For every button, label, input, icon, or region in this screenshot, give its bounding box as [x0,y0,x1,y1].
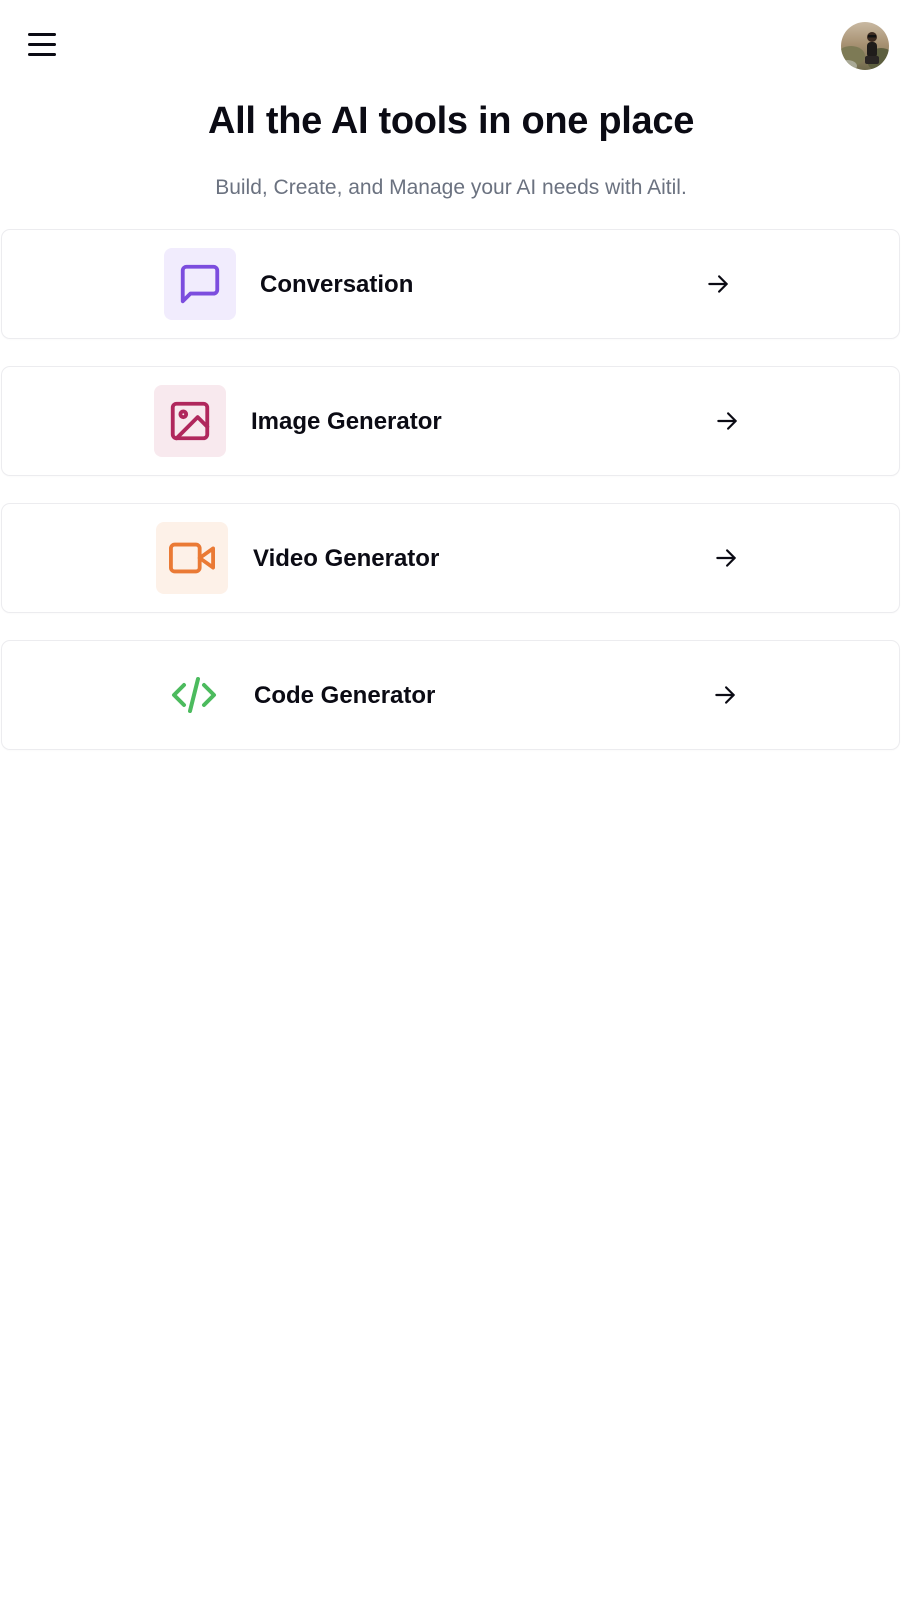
tool-card-label: Code Generator [254,682,436,709]
user-avatar[interactable] [841,22,889,70]
top-bar [0,0,902,94]
video-icon [169,542,215,574]
tool-card-conversation[interactable]: Conversation [1,229,900,339]
image-icon [170,401,210,441]
menu-line [28,33,56,36]
code-icon-box [158,659,230,731]
arrow-right-icon [708,275,728,293]
tool-card-video-generator[interactable]: Video Generator [1,503,900,613]
message-square-icon [180,264,220,304]
image-icon-box [154,385,226,457]
tool-card-image-generator[interactable]: Image Generator [1,366,900,476]
page-subtitle: Build, Create, and Manage your AI needs … [215,176,687,199]
arrow-right-icon [717,412,737,430]
avatar-image [841,22,889,70]
tool-card-code-generator[interactable]: Code Generator [1,640,900,750]
tool-card-label: Video Generator [253,545,440,572]
menu-line [28,43,56,46]
tool-card-label: Conversation [260,271,414,298]
code-icon [172,677,216,713]
arrow-right-icon [716,549,736,567]
video-icon-box [156,522,228,594]
conversation-icon-box [164,248,236,320]
tool-card-label: Image Generator [251,408,442,435]
menu-line [28,53,56,56]
page-title: All the AI tools in one place [207,100,695,142]
hamburger-menu-icon[interactable] [28,33,56,59]
arrow-right-icon [715,686,735,704]
